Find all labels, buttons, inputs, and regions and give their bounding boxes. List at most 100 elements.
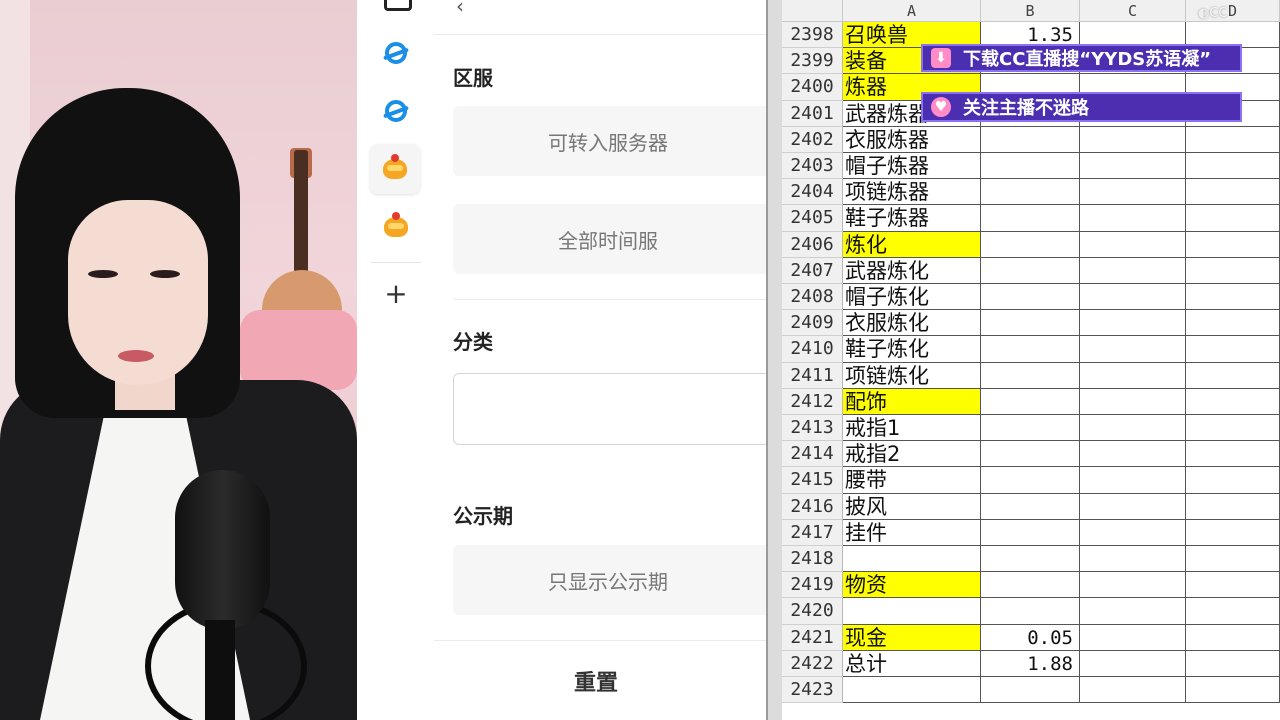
row-number[interactable]: 2410 xyxy=(782,336,843,363)
cell-a[interactable] xyxy=(843,598,981,625)
cell-d[interactable] xyxy=(1186,179,1280,206)
cell-d[interactable] xyxy=(1186,205,1280,232)
cell-c[interactable] xyxy=(1080,677,1186,704)
cell-a[interactable]: 配饰 xyxy=(843,388,981,415)
row-number[interactable]: 2423 xyxy=(782,677,843,704)
column-header-b[interactable]: B xyxy=(981,0,1080,22)
cell-d[interactable] xyxy=(1186,519,1280,546)
cell-d[interactable] xyxy=(1186,650,1280,677)
row-number[interactable]: 2415 xyxy=(782,467,843,494)
cell-a[interactable]: 武器炼化 xyxy=(843,257,981,284)
cell-c[interactable] xyxy=(1080,415,1186,442)
cell-c[interactable] xyxy=(1080,205,1186,232)
cell-a[interactable]: 总计 xyxy=(843,650,981,677)
cell-d[interactable] xyxy=(1186,231,1280,258)
cell-d[interactable] xyxy=(1186,284,1280,311)
row-number[interactable]: 2398 xyxy=(782,22,843,49)
cell-c[interactable] xyxy=(1080,493,1186,520)
row-number[interactable]: 2409 xyxy=(782,310,843,337)
cell-b[interactable] xyxy=(981,467,1080,494)
cell-b[interactable] xyxy=(981,677,1080,704)
cell-a[interactable]: 鞋子炼化 xyxy=(843,336,981,363)
row-number[interactable]: 2402 xyxy=(782,126,843,153)
row-number[interactable]: 2401 xyxy=(782,100,843,127)
cell-a[interactable]: 戒指1 xyxy=(843,415,981,442)
cell-d[interactable] xyxy=(1186,441,1280,468)
cell-c[interactable] xyxy=(1080,231,1186,258)
cell-d[interactable] xyxy=(1186,257,1280,284)
cell-c[interactable] xyxy=(1080,572,1186,599)
row-number[interactable]: 2414 xyxy=(782,441,843,468)
cell-d[interactable] xyxy=(1186,153,1280,180)
row-number[interactable]: 2400 xyxy=(782,74,843,101)
cell-c[interactable] xyxy=(1080,153,1186,180)
row-number[interactable]: 2405 xyxy=(782,205,843,232)
cell-a[interactable]: 现金 xyxy=(843,624,981,651)
cell-b[interactable]: 1.88 xyxy=(981,650,1080,677)
row-number[interactable]: 2422 xyxy=(782,650,843,677)
cell-a[interactable]: 帽子炼化 xyxy=(843,284,981,311)
sidebar-item-game-2[interactable] xyxy=(376,207,416,247)
row-number[interactable]: 2399 xyxy=(782,48,843,75)
cell-d[interactable] xyxy=(1186,336,1280,363)
row-number[interactable]: 2413 xyxy=(782,415,843,442)
reset-button[interactable]: 重置 xyxy=(434,640,766,720)
cell-d[interactable] xyxy=(1186,572,1280,599)
row-number[interactable]: 2419 xyxy=(782,572,843,599)
row-number[interactable]: 2417 xyxy=(782,519,843,546)
cell-a[interactable]: 物资 xyxy=(843,572,981,599)
cell-b[interactable] xyxy=(981,519,1080,546)
row-number[interactable]: 2411 xyxy=(782,362,843,389)
row-number[interactable]: 2418 xyxy=(782,546,843,573)
cell-d[interactable] xyxy=(1186,126,1280,153)
cell-a[interactable]: 衣服炼器 xyxy=(843,126,981,153)
cell-a[interactable] xyxy=(843,546,981,573)
row-number[interactable]: 2404 xyxy=(782,179,843,206)
cell-d[interactable] xyxy=(1186,415,1280,442)
cell-b[interactable] xyxy=(981,493,1080,520)
cell-a[interactable]: 帽子炼器 xyxy=(843,153,981,180)
cell-b[interactable] xyxy=(981,388,1080,415)
cell-b[interactable] xyxy=(981,310,1080,337)
cell-c[interactable] xyxy=(1080,388,1186,415)
option-transferable-server[interactable]: 可转入服务器 xyxy=(453,106,773,176)
cell-a[interactable]: 腰带 xyxy=(843,467,981,494)
cell-b[interactable] xyxy=(981,153,1080,180)
cell-d[interactable] xyxy=(1186,493,1280,520)
cell-c[interactable] xyxy=(1080,336,1186,363)
cell-a[interactable]: 鞋子炼器 xyxy=(843,205,981,232)
sidebar-item-browser-2[interactable] xyxy=(376,91,416,131)
row-number[interactable]: 2416 xyxy=(782,493,843,520)
cell-b[interactable]: 0.05 xyxy=(981,624,1080,651)
cell-b[interactable] xyxy=(981,205,1080,232)
cell-a[interactable]: 戒指2 xyxy=(843,441,981,468)
cell-c[interactable] xyxy=(1080,257,1186,284)
cell-b[interactable] xyxy=(981,362,1080,389)
cell-b[interactable] xyxy=(981,415,1080,442)
cell-c[interactable] xyxy=(1080,598,1186,625)
cell-a[interactable]: 项链炼器 xyxy=(843,179,981,206)
cell-b[interactable] xyxy=(981,441,1080,468)
row-number[interactable]: 2407 xyxy=(782,257,843,284)
cell-a[interactable]: 披风 xyxy=(843,493,981,520)
cell-b[interactable] xyxy=(981,257,1080,284)
clipboard-icon[interactable] xyxy=(384,0,412,11)
row-number[interactable]: 2408 xyxy=(782,284,843,311)
download-promo-banner[interactable]: ⬇ 下载CC直播搜“YYDS苏语凝” xyxy=(921,44,1242,72)
cell-d[interactable] xyxy=(1186,677,1280,704)
cell-c[interactable] xyxy=(1080,126,1186,153)
cell-c[interactable] xyxy=(1080,467,1186,494)
sidebar-item-game-1[interactable] xyxy=(370,144,420,194)
select-all-corner[interactable] xyxy=(782,0,843,22)
cell-b[interactable] xyxy=(981,126,1080,153)
cell-b[interactable] xyxy=(981,572,1080,599)
sidebar-item-browser-1[interactable] xyxy=(376,33,416,73)
row-number[interactable]: 2412 xyxy=(782,388,843,415)
cell-c[interactable] xyxy=(1080,650,1186,677)
option-public-period-only[interactable]: 只显示公示期 xyxy=(453,545,773,615)
cell-c[interactable] xyxy=(1080,179,1186,206)
plus-icon[interactable]: + xyxy=(382,280,410,308)
cell-a[interactable] xyxy=(843,677,981,704)
cell-b[interactable] xyxy=(981,284,1080,311)
row-number[interactable]: 2420 xyxy=(782,598,843,625)
